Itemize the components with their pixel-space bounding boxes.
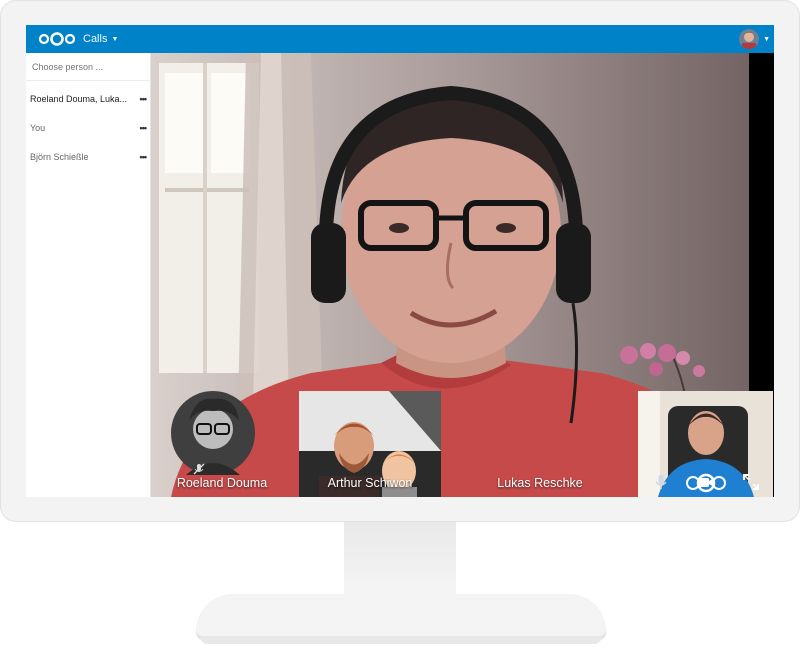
monitor-base: [196, 594, 606, 638]
participant-tile: Arthur Schiwon: [299, 391, 441, 497]
contact-name: You: [30, 123, 46, 133]
muted-microphone-icon: [193, 463, 205, 475]
chevron-down-icon: ▼: [763, 35, 770, 43]
app-menu-button[interactable]: Calls ▼: [83, 33, 118, 45]
more-icon[interactable]: •••: [140, 152, 148, 162]
participant-name: Arthur Schiwon: [327, 476, 413, 490]
participant-tile: Roeland Douma: [151, 391, 293, 497]
own-video-tile: [638, 391, 773, 497]
contact-name: Roeland Douma, Luka...: [30, 94, 128, 104]
more-icon[interactable]: •••: [140, 94, 148, 104]
monitor-base-shadow: [200, 636, 602, 644]
sidebar-item-bjorn[interactable]: Björn Schießle •••: [26, 143, 150, 171]
more-icon[interactable]: •••: [140, 123, 148, 133]
contact-name: Björn Schießle: [30, 152, 89, 162]
search-input[interactable]: [26, 53, 150, 81]
avatar: [739, 29, 760, 49]
video-stage: Roeland Douma Arthur Schiwon Lukas Resch…: [151, 53, 774, 497]
screen: Calls ▼ ▼ Roeland Douma, Luka... ••• You…: [26, 25, 774, 497]
participant-tile: Lukas Reschke: [469, 391, 611, 497]
app-menu-label: Calls: [83, 33, 108, 45]
fullscreen-icon[interactable]: [742, 473, 760, 491]
participant-name: Roeland Douma: [176, 476, 268, 490]
nextcloud-logo[interactable]: [38, 32, 76, 46]
sidebar: Roeland Douma, Luka... ••• You ••• Björn…: [26, 53, 151, 497]
call-controls: [638, 473, 773, 491]
user-menu[interactable]: ▼: [739, 29, 770, 49]
microphone-icon[interactable]: [652, 473, 670, 491]
chevron-down-icon: ▼: [111, 35, 119, 43]
monitor-neck: [344, 522, 456, 602]
sidebar-item-conversation[interactable]: Roeland Douma, Luka... •••: [26, 85, 150, 113]
video-camera-icon[interactable]: [697, 473, 715, 491]
sidebar-item-you[interactable]: You •••: [26, 114, 150, 142]
participant-name: Lukas Reschke: [497, 476, 583, 490]
app-header: Calls ▼ ▼: [26, 25, 774, 53]
